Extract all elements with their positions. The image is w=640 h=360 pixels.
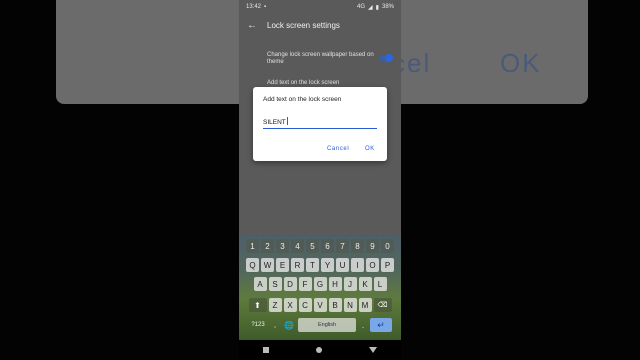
- key-y[interactable]: Y: [321, 258, 334, 272]
- phone-screen: 13:42 ▪ 4G ◢ ▮ 38% ← Lock screen setting…: [239, 0, 401, 360]
- comma-key[interactable]: ,: [270, 318, 280, 332]
- battery-percent: 38%: [381, 4, 394, 10]
- enter-key-icon[interactable]: ↵: [370, 318, 392, 332]
- key-r[interactable]: R: [291, 258, 304, 272]
- key-w[interactable]: W: [261, 258, 274, 272]
- blurred-ok-text: OK: [500, 48, 542, 78]
- key-v[interactable]: V: [313, 298, 327, 312]
- key-i[interactable]: I: [351, 258, 364, 272]
- status-icons: 4G ◢ ▮ 38%: [357, 4, 394, 11]
- period-key[interactable]: .: [358, 318, 368, 332]
- key-8[interactable]: 8: [351, 239, 364, 253]
- toggle-knob: [385, 54, 393, 62]
- key-1[interactable]: 1: [246, 239, 259, 253]
- key-2[interactable]: 2: [261, 239, 274, 253]
- battery-icon: ▮: [375, 4, 379, 11]
- signal-icon: ◢: [368, 4, 373, 11]
- cancel-button[interactable]: Cancel: [327, 146, 349, 152]
- key-k[interactable]: K: [358, 277, 372, 291]
- notification-icon: ▪: [264, 4, 267, 10]
- key-n[interactable]: N: [343, 298, 357, 312]
- key-g[interactable]: G: [313, 277, 327, 291]
- keyboard-row-qwerty: Q W E R T Y U I O P: [239, 258, 401, 272]
- key-u[interactable]: U: [336, 258, 349, 272]
- symbols-key[interactable]: ?123: [248, 318, 268, 332]
- status-bar: 13:42 ▪ 4G ◢ ▮ 38%: [239, 0, 401, 14]
- keyboard-row-bottom: ?123 , 🌐 English . ↵: [239, 318, 401, 332]
- add-text-dialog: Add text on the lock screen SILENT Cance…: [253, 87, 387, 161]
- status-time: 13:42: [246, 4, 262, 10]
- key-o[interactable]: O: [366, 258, 379, 272]
- dialog-title: Add text on the lock screen: [263, 96, 342, 103]
- key-f[interactable]: F: [298, 277, 312, 291]
- key-6[interactable]: 6: [321, 239, 334, 253]
- setting-add-text-label[interactable]: Add text on the lock screen: [267, 80, 377, 86]
- key-5[interactable]: 5: [306, 239, 319, 253]
- key-d[interactable]: D: [283, 277, 297, 291]
- ok-button[interactable]: OK: [365, 146, 375, 152]
- back-triangle-icon[interactable]: [369, 347, 378, 353]
- key-h[interactable]: H: [328, 277, 342, 291]
- lock-text-value: SILENT: [263, 119, 286, 126]
- wallpaper-toggle[interactable]: [379, 54, 393, 62]
- key-a[interactable]: A: [253, 277, 267, 291]
- navigation-bar: [239, 340, 401, 360]
- key-x[interactable]: X: [283, 298, 297, 312]
- lock-text-input[interactable]: SILENT: [263, 115, 377, 129]
- key-c[interactable]: C: [298, 298, 312, 312]
- key-b[interactable]: B: [328, 298, 342, 312]
- text-caret: [286, 117, 288, 125]
- recents-icon[interactable]: [262, 347, 269, 353]
- key-s[interactable]: S: [268, 277, 282, 291]
- network-label: 4G: [357, 4, 366, 10]
- space-bar[interactable]: English: [298, 318, 356, 332]
- on-screen-keyboard: 1 2 3 4 5 6 7 8 9 0 Q W E R T Y U I O P …: [239, 236, 401, 340]
- page-title: Lock screen settings: [267, 20, 340, 30]
- key-m[interactable]: M: [358, 298, 372, 312]
- setting-wallpaper-label[interactable]: Change lock screen wallpaper based on th…: [267, 52, 377, 66]
- key-9[interactable]: 9: [366, 239, 379, 253]
- keyboard-row-numbers: 1 2 3 4 5 6 7 8 9 0: [239, 239, 401, 253]
- globe-icon[interactable]: 🌐: [282, 318, 296, 332]
- app-bar: ← Lock screen settings: [239, 14, 401, 36]
- key-t[interactable]: T: [306, 258, 319, 272]
- back-arrow-icon[interactable]: ←: [241, 20, 263, 31]
- keyboard-row-asdf: A S D F G H J K L: [239, 277, 401, 291]
- key-e[interactable]: E: [276, 258, 289, 272]
- key-4[interactable]: 4: [291, 239, 304, 253]
- backspace-key-icon[interactable]: ⌫: [373, 298, 392, 312]
- keyboard-row-zxcv: ⬆ Z X C V B N M ⌫: [239, 298, 401, 312]
- key-3[interactable]: 3: [276, 239, 289, 253]
- key-p[interactable]: P: [381, 258, 394, 272]
- shift-key-icon[interactable]: ⬆: [248, 298, 267, 312]
- key-7[interactable]: 7: [336, 239, 349, 253]
- key-0[interactable]: 0: [381, 239, 394, 253]
- key-q[interactable]: Q: [246, 258, 259, 272]
- home-icon[interactable]: [315, 347, 322, 353]
- key-z[interactable]: Z: [268, 298, 282, 312]
- key-l[interactable]: L: [373, 277, 387, 291]
- key-j[interactable]: J: [343, 277, 357, 291]
